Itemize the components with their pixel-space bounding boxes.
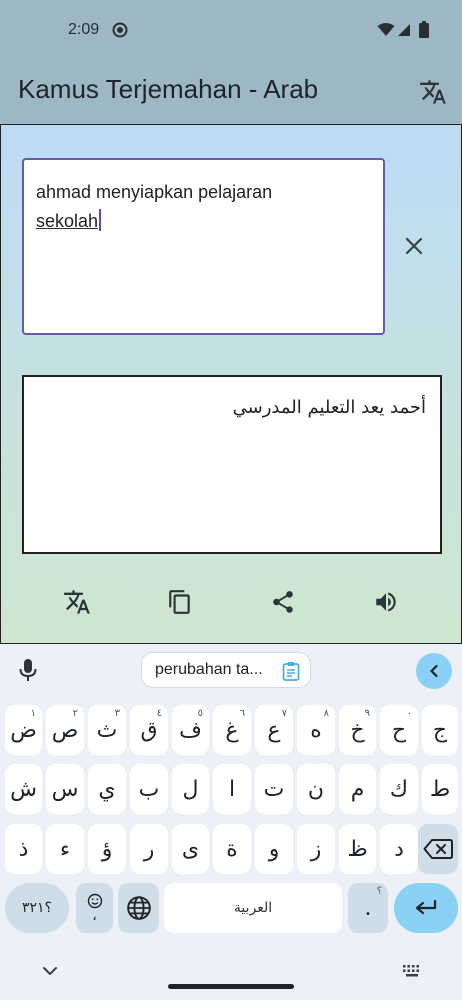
key[interactable]: ح٠ [380, 705, 418, 755]
chevron-left-icon [430, 664, 438, 678]
clear-input-button[interactable] [401, 233, 427, 259]
clipboard-suggestion-chip[interactable]: perubahan ta... [141, 652, 311, 688]
hide-keyboard-button[interactable] [42, 964, 58, 982]
share-button[interactable] [266, 585, 300, 619]
backspace-icon [423, 839, 453, 859]
globe-icon [126, 896, 151, 920]
voice-input-button[interactable] [14, 656, 42, 684]
key[interactable]: ف٥ [172, 705, 209, 755]
clipboard-suggestion-text: perubahan ta... [155, 661, 263, 678]
key[interactable]: ث٣ [88, 705, 126, 755]
key[interactable]: ل [172, 764, 209, 814]
key[interactable]: ت [255, 764, 293, 814]
navigation-bar [0, 950, 462, 1000]
key[interactable]: ص٢ [46, 705, 84, 755]
action-bar [1, 583, 462, 623]
key[interactable]: ة [213, 824, 251, 874]
backspace-key[interactable] [418, 824, 458, 874]
space-key[interactable]: العربية [164, 883, 342, 933]
key[interactable]: ظ [339, 824, 376, 874]
microphone-icon [19, 659, 37, 681]
source-text-line1: ahmad menyiapkan pelajaran [36, 182, 273, 202]
wifi-icon [377, 23, 395, 42]
symbols-key[interactable]: ؟٣٢١ [5, 883, 69, 933]
keyboard-toolbar: perubahan ta... [0, 644, 462, 698]
key[interactable]: ب [130, 764, 168, 814]
clipboard-icon [282, 661, 300, 686]
key[interactable]: ي [88, 764, 126, 814]
period-label: . [364, 895, 372, 921]
translate-button[interactable] [416, 75, 450, 109]
status-bar: 2:09 [0, 0, 462, 60]
key[interactable]: غ٦ [213, 705, 251, 755]
language-key[interactable] [118, 883, 159, 933]
key[interactable]: ط [422, 764, 458, 814]
volume-icon [376, 592, 396, 612]
page-title: Kamus Terjemahan - Arab [18, 74, 319, 104]
key[interactable]: د [380, 824, 418, 874]
key[interactable]: ى [172, 824, 209, 874]
key[interactable]: م [339, 764, 376, 814]
translation-output: أحمد يعد التعليم المدرسي [22, 375, 442, 554]
translate-icon [64, 590, 90, 614]
battery-icon [419, 21, 429, 43]
key[interactable]: ض١ [5, 705, 42, 755]
source-text: ahmad menyiapkan pelajaran sekolah [36, 178, 371, 236]
comma-label: ، [92, 908, 97, 924]
key[interactable]: خ٩ [339, 705, 376, 755]
key[interactable]: ج [422, 705, 458, 755]
key[interactable]: ا [213, 764, 251, 814]
key[interactable]: ن [297, 764, 335, 814]
emoji-key[interactable]: ، [76, 883, 113, 933]
translate-action-button[interactable] [60, 585, 94, 619]
signal-icon [397, 23, 411, 42]
key[interactable]: ه٨ [297, 705, 335, 755]
key[interactable]: ق٤ [130, 705, 168, 755]
copy-icon [169, 590, 190, 614]
key[interactable]: ز [297, 824, 335, 874]
key[interactable]: ؤ [88, 824, 126, 874]
translation-panel: ahmad menyiapkan pelajaran sekolah أحمد … [0, 124, 462, 644]
key[interactable]: و [255, 824, 293, 874]
key[interactable]: ذ [5, 824, 42, 874]
chevron-down-icon [43, 967, 57, 975]
key[interactable]: ء [46, 824, 84, 874]
close-icon [405, 237, 423, 255]
collapse-toolbar-button[interactable] [416, 653, 452, 689]
keyboard-icon [403, 965, 419, 977]
enter-icon [415, 899, 437, 915]
key[interactable]: ر [130, 824, 168, 874]
source-text-input[interactable]: ahmad menyiapkan pelajaran sekolah [22, 158, 385, 335]
key[interactable]: ك [380, 764, 418, 814]
translate-icon [420, 80, 446, 104]
text-caret [99, 209, 102, 231]
enter-key[interactable] [394, 883, 458, 933]
speak-button[interactable] [369, 585, 403, 619]
translation-text: أحمد يعد التعليم المدرسي [232, 397, 426, 418]
share-icon [273, 591, 293, 613]
source-text-line2: sekolah [36, 211, 99, 231]
home-gesture-bar[interactable] [168, 984, 294, 989]
key[interactable]: س [46, 764, 84, 814]
notification-icon [112, 22, 128, 43]
on-screen-keyboard: perubahan ta... ض١ ص٢ ث٣ ق٤ ف٥ غ٦ ع٧ ه٨ … [0, 644, 462, 1000]
status-time: 2:09 [68, 21, 100, 38]
emoji-icon [87, 893, 102, 909]
copy-button[interactable] [163, 585, 197, 619]
period-hint: ؟ [376, 886, 382, 897]
app-header: 2:09 Kamus Terjemahan - Arab [0, 0, 462, 124]
period-key[interactable]: . ؟ [348, 883, 388, 933]
key[interactable]: ش [5, 764, 42, 814]
keyboard-switcher-button[interactable] [402, 964, 422, 983]
key[interactable]: ع٧ [255, 705, 293, 755]
